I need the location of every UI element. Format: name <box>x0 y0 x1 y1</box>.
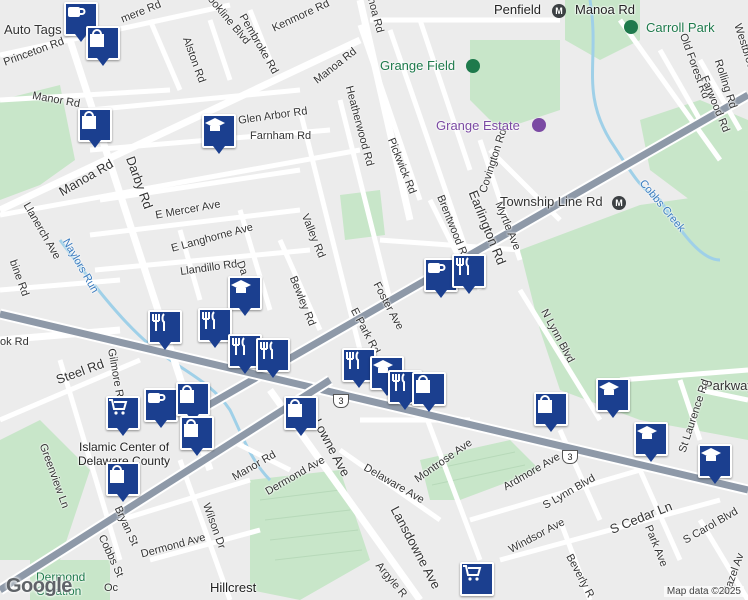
auto-tags-label: Auto Tags <box>4 22 62 37</box>
shopping-bag-icon <box>412 372 446 406</box>
park-icon[interactable] <box>624 20 638 34</box>
restaurant-marker[interactable] <box>148 310 182 354</box>
street-label-ok: ok Rd <box>0 336 29 348</box>
shopping-bag-icon <box>78 108 112 142</box>
shopping-bag-icon <box>284 396 318 430</box>
shopping-bag-marker[interactable] <box>180 416 214 460</box>
shopping-bag-marker[interactable] <box>86 26 120 70</box>
shopping-bag-icon <box>180 416 214 450</box>
coffee-marker[interactable] <box>144 388 178 432</box>
school-icon <box>202 114 236 148</box>
shopping-bag-icon <box>106 462 140 496</box>
shopping-bag-icon <box>176 382 210 416</box>
restaurant-marker[interactable] <box>452 254 486 298</box>
shopping-bag-marker[interactable] <box>534 392 568 436</box>
route-3-shield: 3 <box>333 394 349 408</box>
school-marker[interactable] <box>596 378 630 422</box>
street-label-township-line: Township Line Rd <box>500 194 603 209</box>
school-marker[interactable] <box>228 276 262 320</box>
restaurant-icon <box>452 254 486 288</box>
museum-icon[interactable] <box>532 118 546 132</box>
restaurant-marker[interactable] <box>198 308 232 352</box>
shopping-bag-marker[interactable] <box>412 372 446 416</box>
shopping-bag-marker[interactable] <box>106 462 140 506</box>
school-icon <box>596 378 630 412</box>
grange-field-label[interactable]: Grange Field <box>380 58 455 73</box>
street-label-farnham: Farnham Rd <box>250 130 312 142</box>
school-icon <box>634 422 668 456</box>
shopping-bag-marker[interactable] <box>284 396 318 440</box>
carroll-park-label[interactable]: Carroll Park <box>646 20 715 35</box>
grange-estate-label[interactable]: Grange Estate <box>436 118 520 133</box>
google-logo[interactable]: Google <box>6 575 72 598</box>
school-marker[interactable] <box>202 114 236 158</box>
school-icon <box>698 444 732 478</box>
shopping-cart-marker[interactable] <box>106 396 140 440</box>
penfield-station-icon[interactable]: M <box>552 4 566 18</box>
map-canvas[interactable]: Auto Tags mere Rd Brookline Blvd Kenmore… <box>0 0 748 600</box>
school-marker[interactable] <box>698 444 732 488</box>
grange-field-icon[interactable] <box>466 59 480 73</box>
route-3-shield-east: 3 <box>562 450 578 464</box>
map-attribution[interactable]: Map data ©2025 <box>663 586 744 597</box>
manoa-rd-station-label: Manoa Rd <box>575 2 635 17</box>
school-marker[interactable] <box>634 422 668 466</box>
shopping-cart-icon <box>460 562 494 596</box>
school-icon <box>228 276 262 310</box>
penfield-station-label[interactable]: Penfield <box>494 2 541 17</box>
restaurant-icon <box>256 338 290 372</box>
restaurant-icon <box>148 310 182 344</box>
shopping-cart-icon <box>106 396 140 430</box>
coffee-icon <box>144 388 178 422</box>
shopping-bag-icon <box>534 392 568 426</box>
restaurant-marker[interactable] <box>256 338 290 382</box>
shopping-bag-icon <box>86 26 120 60</box>
township-line-station-icon[interactable]: M <box>612 196 626 210</box>
shopping-bag-marker[interactable] <box>78 108 112 152</box>
restaurant-icon <box>198 308 232 342</box>
street-label-oc: Oc <box>104 582 119 594</box>
hillcrest-label: Hillcrest <box>210 580 257 595</box>
shopping-cart-marker[interactable] <box>460 562 494 600</box>
